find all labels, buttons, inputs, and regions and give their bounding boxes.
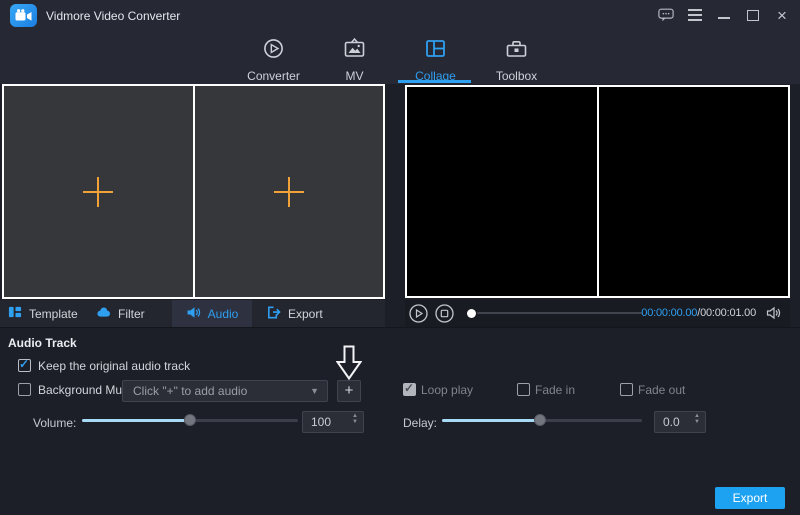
add-audio-button[interactable]: + xyxy=(337,380,361,402)
app-logo-icon xyxy=(10,4,37,27)
preview-cell-1 xyxy=(407,87,597,296)
volume-label: Volume: xyxy=(33,416,76,430)
header: Vidmore Video Converter × xyxy=(0,0,800,84)
tab-audio-label: Audio xyxy=(208,307,239,321)
total-time: 00:00:01.00 xyxy=(700,307,756,319)
fade-out-label: Fade out xyxy=(638,383,685,397)
speaker-icon xyxy=(186,306,201,322)
export-tab-icon xyxy=(266,305,281,323)
tab-toolbox-label: Toolbox xyxy=(496,69,537,83)
add-audio-dropdown[interactable]: Click "+" to add audio ▼ xyxy=(122,380,328,402)
background-music-checkbox[interactable]: ✓ xyxy=(18,383,31,396)
filter-cloud-icon xyxy=(96,306,111,322)
volume-icon[interactable] xyxy=(766,306,782,325)
loop-play-checkbox[interactable]: ✓ xyxy=(403,383,416,396)
current-time: 00:00:00.00 xyxy=(641,307,697,319)
delay-slider[interactable] xyxy=(442,412,642,428)
stop-button[interactable] xyxy=(435,304,454,328)
collage-cell-1[interactable] xyxy=(4,86,193,297)
chevron-down-icon: ▼ xyxy=(310,381,319,401)
tool-tabs: Template Filter Audio xyxy=(0,300,385,327)
export-button[interactable]: Export xyxy=(715,487,785,509)
mv-icon xyxy=(343,30,366,65)
add-audio-dropdown-value: Click "+" to add audio xyxy=(133,384,247,398)
volume-spin-down-icon[interactable]: ▼ xyxy=(352,419,358,425)
audio-track-section: Audio Track ✓ Keep the original audio tr… xyxy=(0,327,800,515)
tab-mv-label: MV xyxy=(346,69,364,83)
fade-in-label: Fade in xyxy=(535,383,575,397)
delay-slider-thumb[interactable] xyxy=(534,414,546,426)
volume-slider-thumb[interactable] xyxy=(184,414,196,426)
fade-in-checkbox[interactable]: ✓ xyxy=(517,383,530,396)
preview-area xyxy=(405,85,790,298)
tab-converter[interactable]: Converter xyxy=(233,30,314,84)
tab-mv[interactable]: MV xyxy=(314,30,395,84)
collage-editor xyxy=(2,84,385,299)
keep-original-checkbox[interactable]: ✓ xyxy=(18,359,31,372)
add-video-icon xyxy=(83,177,113,207)
preview-cell-2 xyxy=(597,87,789,296)
collage-icon xyxy=(424,30,447,65)
volume-value: 100 xyxy=(311,415,331,429)
keep-original-label: Keep the original audio track xyxy=(38,359,190,373)
toolbox-icon xyxy=(505,30,528,65)
tab-filter[interactable]: Filter xyxy=(96,300,145,327)
app-window: Vidmore Video Converter × xyxy=(0,0,800,515)
close-icon[interactable]: × xyxy=(774,6,790,24)
collage-cell-2[interactable] xyxy=(193,86,384,297)
seek-handle[interactable] xyxy=(467,309,476,318)
tab-converter-label: Converter xyxy=(247,69,300,83)
volume-slider[interactable] xyxy=(82,412,298,428)
time-display: 00:00:00.00/00:00:01.00 xyxy=(641,307,756,319)
converter-icon xyxy=(262,30,285,65)
feedback-icon[interactable] xyxy=(658,6,674,24)
tab-collage[interactable]: Collage xyxy=(395,30,476,84)
tab-export[interactable]: Export xyxy=(266,300,323,327)
volume-value-box[interactable]: 100 ▲ ▼ xyxy=(302,411,364,433)
delay-value-box[interactable]: 0.0 ▲ ▼ xyxy=(654,411,706,433)
window-title: Vidmore Video Converter xyxy=(46,9,180,23)
titlebar: Vidmore Video Converter × xyxy=(0,0,800,30)
seek-track[interactable] xyxy=(477,312,642,314)
tab-filter-label: Filter xyxy=(118,307,145,321)
main-nav: Converter MV xyxy=(233,30,557,84)
delay-label: Delay: xyxy=(403,416,437,430)
section-title: Audio Track xyxy=(8,336,77,350)
delay-value: 0.0 xyxy=(663,415,680,429)
fade-out-checkbox[interactable]: ✓ xyxy=(620,383,633,396)
loop-play-label: Loop play xyxy=(421,383,473,397)
play-button[interactable] xyxy=(409,304,428,328)
titlebar-controls: × xyxy=(658,0,790,30)
minimize-icon[interactable] xyxy=(716,6,732,24)
delay-spin-down-icon[interactable]: ▼ xyxy=(694,419,700,425)
tab-template-label: Template xyxy=(29,307,78,321)
tab-audio[interactable]: Audio xyxy=(172,300,252,327)
add-video-icon xyxy=(274,177,304,207)
tab-export-label: Export xyxy=(288,307,323,321)
tab-template[interactable]: Template xyxy=(8,300,78,327)
player-controls: 00:00:00.00/00:00:01.00 xyxy=(405,300,790,327)
template-icon xyxy=(8,305,22,322)
menu-icon[interactable] xyxy=(687,6,703,24)
tab-toolbox[interactable]: Toolbox xyxy=(476,30,557,84)
tab-collage-label: Collage xyxy=(415,69,456,83)
maximize-icon[interactable] xyxy=(745,6,761,24)
